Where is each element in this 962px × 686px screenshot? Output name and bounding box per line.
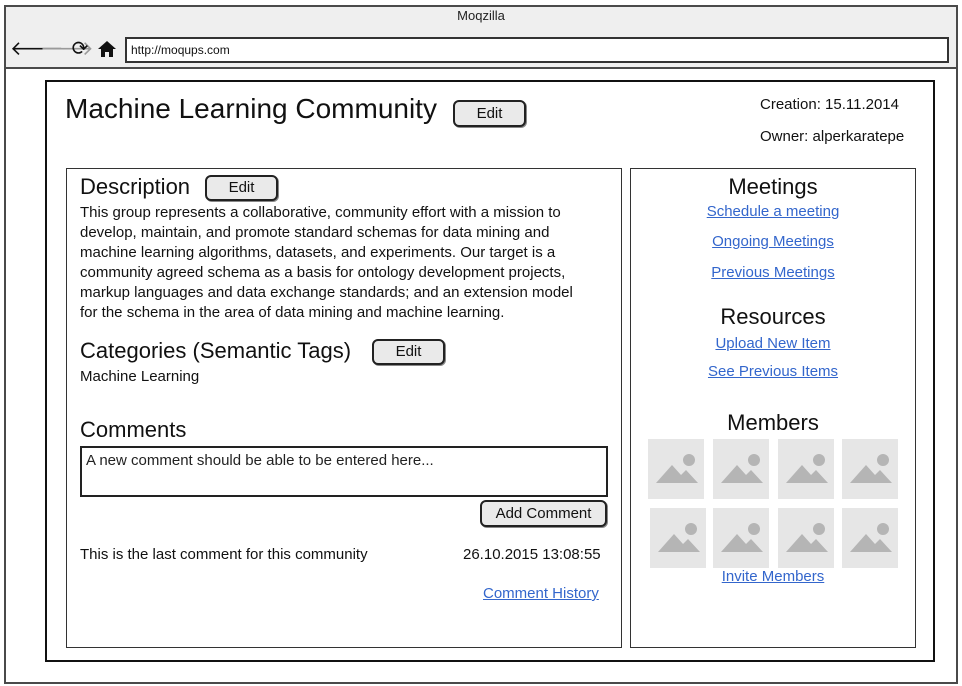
forward-arrow-icon[interactable]: 🡒	[40, 37, 94, 61]
creation-date: Creation: 15.11.2014	[760, 96, 899, 113]
description-line: develop, maintain, and promote standard …	[80, 224, 550, 241]
ongoing-meetings-link[interactable]: Ongoing Meetings	[630, 233, 916, 250]
upload-item-link[interactable]: Upload New Item	[630, 335, 916, 352]
invite-members-link[interactable]: Invite Members	[630, 568, 916, 585]
last-comment: This is the last comment for this commun…	[80, 546, 368, 563]
comment-input[interactable]: A new comment should be able to be enter…	[80, 446, 608, 497]
owner: Owner: alperkaratepe	[760, 128, 905, 145]
page-title: Machine Learning Community	[65, 93, 437, 124]
categories-heading: Categories (Semantic Tags)	[80, 338, 352, 363]
member-avatar[interactable]	[778, 439, 834, 499]
comment-history-link[interactable]: Comment History	[483, 585, 599, 602]
description-line: markup languages and data exchange stand…	[80, 284, 573, 301]
meetings-heading: Meetings	[728, 174, 818, 199]
last-comment-time: 26.10.2015 13:08:55	[463, 546, 601, 563]
description-line: machine learning algorithms, datasets, a…	[80, 244, 556, 261]
image-placeholder-icon	[850, 454, 892, 483]
edit-title-button[interactable]: Edit	[453, 100, 526, 127]
member-avatar[interactable]	[650, 508, 706, 568]
see-previous-items-link[interactable]: See Previous Items	[630, 363, 916, 380]
description-line: This group represents a collaborative, c…	[80, 204, 561, 221]
members-heading: Members	[727, 410, 819, 435]
image-placeholder-icon	[721, 454, 763, 483]
image-placeholder-icon	[656, 454, 698, 483]
window-title: Moqzilla	[457, 8, 505, 23]
image-placeholder-icon	[658, 523, 700, 552]
member-avatar[interactable]	[842, 508, 898, 568]
edit-categories-button[interactable]: Edit	[372, 339, 445, 365]
image-placeholder-icon	[721, 523, 763, 552]
home-icon[interactable]	[96, 37, 118, 61]
edit-description-button[interactable]: Edit	[205, 175, 278, 201]
resources-heading: Resources	[720, 304, 826, 329]
back-arrow-icon[interactable]: 🡐	[10, 37, 64, 61]
schedule-meeting-link[interactable]: Schedule a meeting	[630, 203, 916, 220]
member-avatar[interactable]	[842, 439, 898, 499]
member-avatar[interactable]	[778, 508, 834, 568]
comments-heading: Comments	[80, 417, 187, 442]
member-avatar[interactable]	[713, 439, 769, 499]
image-placeholder-icon	[786, 523, 828, 552]
member-avatar[interactable]	[648, 439, 704, 499]
member-avatar[interactable]	[713, 508, 769, 568]
image-placeholder-icon	[786, 454, 828, 483]
add-comment-button[interactable]: Add Comment	[480, 500, 607, 527]
address-bar[interactable]: http://moqups.com	[125, 37, 949, 63]
category-tag: Machine Learning	[80, 368, 200, 385]
description-line: for the schema in the area of data minin…	[80, 304, 505, 321]
image-placeholder-icon	[850, 523, 892, 552]
description-heading: Description	[80, 174, 191, 199]
previous-meetings-link[interactable]: Previous Meetings	[630, 264, 916, 281]
reload-icon[interactable]: ⟳	[69, 37, 91, 61]
description-line: community agreed schema as a basis for o…	[80, 264, 566, 281]
description-text: This group represents a collaborative, c…	[80, 203, 620, 323]
